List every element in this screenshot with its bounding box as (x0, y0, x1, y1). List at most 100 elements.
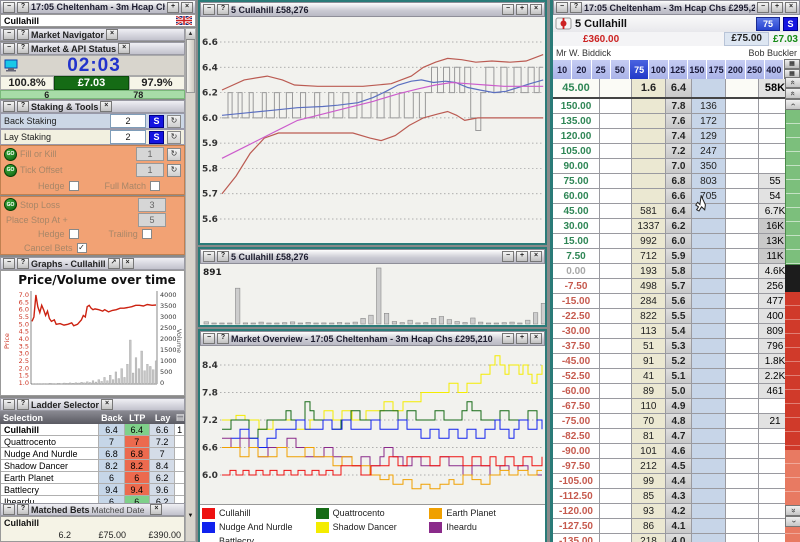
ladder-row-5.6[interactable]: -15.002845.6477 (553, 294, 800, 309)
cell[interactable]: 7 (125, 436, 150, 447)
cancel-bets-checkbox[interactable]: ✓ (77, 243, 87, 253)
scroll-down-icon[interactable]: ‹ (785, 516, 800, 527)
back-cell[interactable]: 113 (632, 324, 666, 338)
cell[interactable]: 6.8 (125, 448, 150, 459)
go-icon[interactable]: GO (4, 198, 17, 211)
lay-cell[interactable] (692, 324, 726, 338)
price-cell[interactable]: 5.4 (666, 324, 692, 338)
cell[interactable] (175, 448, 184, 459)
price-cell[interactable]: 5.8 (666, 264, 692, 278)
ladder-row-6.6[interactable]: 60.006.670554 (553, 189, 800, 204)
cell[interactable]: 6 (99, 472, 124, 483)
collapse-icon[interactable]: − (3, 258, 15, 269)
ladder-row-4.8[interactable]: -75.00704.821 (553, 414, 800, 429)
lay-cell[interactable] (692, 354, 726, 368)
minimize-icon[interactable]: − (757, 2, 769, 13)
lay-cell[interactable]: 247 (692, 144, 726, 158)
lay-cell[interactable] (692, 264, 726, 278)
lay-cell[interactable] (692, 534, 726, 542)
close-icon[interactable]: × (122, 258, 134, 269)
ladder-row-7.0[interactable]: 90.007.0350 (553, 159, 800, 174)
cell[interactable]: 9.6 (150, 484, 175, 495)
stake-button-250[interactable]: 250 (746, 59, 765, 79)
stake-preset-button[interactable]: 75 (756, 17, 780, 31)
cell[interactable]: 7 (150, 448, 175, 459)
refresh-icon[interactable]: ↻ (167, 131, 181, 144)
scroll-up-icon[interactable]: ▲ (186, 29, 195, 40)
hedge-checkbox[interactable] (69, 181, 79, 191)
close-icon[interactable]: × (530, 333, 542, 344)
price-cell[interactable]: 4.3 (666, 489, 692, 503)
grid-view-icon[interactable]: ▦ (784, 59, 800, 69)
help-icon[interactable]: ? (217, 4, 229, 15)
back-cell[interactable]: 581 (632, 204, 666, 218)
price-cell[interactable]: 4.6 (666, 444, 692, 458)
back-cell[interactable]: 822 (632, 309, 666, 323)
ladder-row-4.6[interactable]: -90.001014.6 (553, 444, 800, 459)
cell[interactable]: 8.4 (150, 460, 175, 471)
scroll-down-fast-icon[interactable]: « (785, 505, 800, 516)
restore-icon[interactable]: + (516, 4, 528, 15)
help-icon[interactable]: ? (570, 2, 582, 13)
minimize-icon[interactable]: − (502, 4, 514, 15)
cell[interactable]: 9.4 (125, 484, 150, 495)
minimize-icon[interactable]: − (3, 2, 15, 13)
price-cell[interactable]: 4.4 (666, 474, 692, 488)
price-cell[interactable]: 4.1 (666, 519, 692, 533)
refresh-icon[interactable]: ↻ (167, 115, 181, 128)
scrollbar-thumb[interactable] (186, 40, 195, 93)
cell[interactable]: Cullahill (1, 424, 99, 435)
ladder-row-7.4[interactable]: 120.007.4129 (553, 129, 800, 144)
cell[interactable]: 6.4 (99, 424, 124, 435)
ladder-row-5.2[interactable]: -45.00915.21.8K (553, 354, 800, 369)
stake-s-button[interactable]: S (783, 17, 798, 31)
back-cell[interactable] (632, 189, 666, 203)
ladder-row-5.3[interactable]: -37.50515.3796 (553, 339, 800, 354)
lay-cell[interactable]: 705 (692, 189, 726, 203)
back-cell[interactable]: 70 (632, 414, 666, 428)
ladder-row-4.2[interactable]: -120.00934.2 (553, 504, 800, 519)
restore-icon[interactable]: + (516, 251, 528, 262)
stake-button-100[interactable]: 100 (649, 59, 668, 79)
help-icon[interactable]: ? (217, 333, 229, 344)
lay-stake-s-button[interactable]: S (149, 131, 164, 144)
lay-cell[interactable] (692, 294, 726, 308)
ladder-row-6.4[interactable]: 45.005816.46.7K (553, 204, 800, 219)
price-cell[interactable]: 5.6 (666, 294, 692, 308)
price-cell[interactable]: 6.2 (666, 219, 692, 233)
price-cell[interactable]: 4.0 (666, 534, 692, 542)
scroll-down-icon[interactable]: ▼ (186, 513, 195, 519)
lay-cell[interactable] (692, 339, 726, 353)
place-stop-input[interactable] (138, 213, 166, 227)
close-icon[interactable]: × (785, 2, 797, 13)
lay-cell[interactable] (692, 459, 726, 473)
back-cell[interactable]: 218 (632, 534, 666, 542)
back-staking-input[interactable] (110, 114, 146, 128)
cell[interactable]: 8.2 (99, 460, 124, 471)
ladder-selector-row[interactable]: Cullahill6.46.46.61 (1, 424, 184, 436)
back-cell[interactable]: 1337 (632, 219, 666, 233)
lay-cell[interactable] (692, 504, 726, 518)
back-cell[interactable]: 212 (632, 459, 666, 473)
price-cell[interactable]: 5.1 (666, 369, 692, 383)
stop-hedge-checkbox[interactable] (69, 229, 79, 239)
lay-cell[interactable] (692, 384, 726, 398)
full-match-checkbox[interactable] (150, 181, 160, 191)
back-cell[interactable]: 99 (632, 474, 666, 488)
cell[interactable]: 1 (175, 424, 184, 435)
lay-cell[interactable] (692, 79, 726, 97)
lay-cell[interactable]: 803 (692, 174, 726, 188)
lay-cell[interactable] (692, 429, 726, 443)
collapse-icon[interactable]: − (3, 43, 15, 54)
ladder-row-5.4[interactable]: -30.001135.4809 (553, 324, 800, 339)
restore-icon[interactable]: + (771, 2, 783, 13)
cell[interactable]: Quattrocento (1, 436, 99, 447)
back-cell[interactable]: 93 (632, 504, 666, 518)
stake-button-125[interactable]: 125 (669, 59, 688, 79)
cell[interactable]: 6.4 (125, 424, 150, 435)
lay-cell[interactable] (692, 234, 726, 248)
lay-cell[interactable]: 136 (692, 99, 726, 113)
lay-cell[interactable]: 172 (692, 114, 726, 128)
stake-button-175[interactable]: 175 (707, 59, 726, 79)
ladder-row-6.2[interactable]: 30.0013376.216K (553, 219, 800, 234)
